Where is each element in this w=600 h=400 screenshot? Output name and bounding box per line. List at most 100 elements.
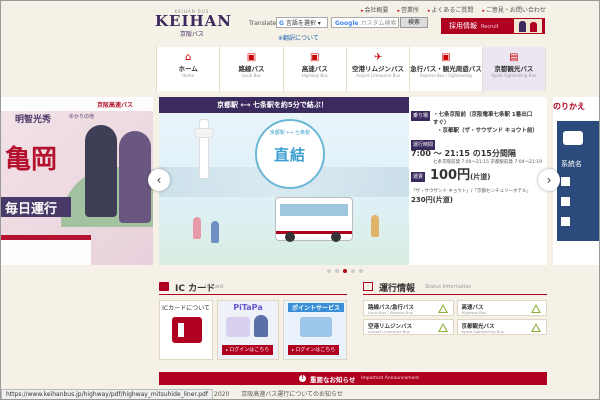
google-logo: Google [335, 20, 359, 27]
company-link[interactable]: 会社概要 [361, 7, 389, 14]
language-select[interactable]: G 言語を選択 ▾ [276, 17, 328, 28]
bus-illustration [1, 235, 91, 265]
hero-info: 乗り場 ・七条京阪前（京阪電車七条駅 1番出口すぐ） ・京都駅（ザ・サウザンド キ… [411, 111, 547, 210]
news-link[interactable]: 京阪高速バス運行についてのお知らせ [241, 391, 343, 398]
hero-slide[interactable]: 京都駅 ⟷ 七条駅 直結 京都駅 ⟷ 七条駅を約5分で結ぶ！ 乗り場 ・七条京阪前… [159, 97, 547, 265]
recruit-label: 採用情報 [449, 22, 477, 30]
nav-label: 路線バス [238, 65, 265, 73]
carousel-dot[interactable] [359, 269, 363, 273]
logo-text: KEIHAN [155, 12, 233, 30]
pitapa-login-button[interactable]: ログインはこちら [222, 345, 274, 355]
section-divider [159, 294, 347, 295]
site-logo[interactable]: KEIHAN BUS KEIHAN 京阪バス [155, 9, 233, 38]
slide-title: 明智光秀 [15, 115, 52, 125]
carousel-next-button[interactable]: › [538, 169, 560, 191]
nav-express-sightseeing[interactable]: ▣ 急行バス・観光周遊バス Express Bus / Sightseeing [410, 47, 483, 91]
status-normal-icon [437, 304, 448, 313]
status-normal-icon [531, 304, 541, 313]
carousel-dot[interactable] [351, 269, 355, 273]
status-local-express[interactable]: 路線バス/急行バス Local Bus / Express Bus [363, 300, 454, 316]
nav-kyoto-sightseeing[interactable]: ▤ 京都観光バス Kyoto Sightseeing Bus [482, 47, 546, 91]
news-date: 2020 [214, 391, 230, 398]
point-login-button[interactable]: ログインはこちら [288, 345, 340, 355]
contact-link[interactable]: ご意見・お問い合わせ [482, 7, 546, 14]
nav-airport-limousine[interactable]: ✈ 空港リムジンバス Airport Limousine Bus [346, 47, 411, 91]
nav-sublabel: Home [182, 73, 195, 78]
pitapa-logo: PiTaPa [233, 303, 263, 312]
nav-sublabel: Airport Limousine Bus [356, 73, 401, 78]
nav-home[interactable]: ⌂ ホーム Home [156, 47, 221, 91]
status-name-en: Airport Limousine Bus [368, 329, 410, 334]
recruit-illustration [514, 19, 542, 33]
carousel-prev-slide[interactable]: 京阪高速バス 明智光秀 ゆかりの地 亀岡 毎日運行 [1, 97, 153, 265]
status-name-en: Highway Bus [461, 310, 487, 315]
important-announcement-bar[interactable]: ! 重要なお知らせ Important Announcement [159, 372, 547, 385]
bus-icon: ▣ [246, 52, 257, 63]
nav-highway-bus[interactable]: ▣ 高速バス Highway Bus [283, 47, 347, 91]
nav-label: 急行バス・観光周遊バス [410, 65, 482, 73]
route-marker [561, 217, 570, 226]
nav-label: ホーム [178, 65, 198, 73]
nav-sublabel: Kyoto Sightseeing Bus [491, 73, 537, 78]
stops-info: 「ザ・サウザンド キョウト」/「京都センチュリーホテル」 230円(片道) [411, 187, 547, 205]
service-status-panel: 運行情報 Status Information 路線バス/急行バス Local … [363, 280, 547, 364]
slide-place-name: 亀岡 [5, 145, 58, 175]
samurai-figure [85, 125, 117, 217]
search-input[interactable]: Google カスタム検索 [331, 17, 399, 28]
global-nav: ⌂ ホーム Home ▣ 路線バス Local Bus ▣ 高速バス Highw… [156, 47, 546, 91]
carousel-dot-active[interactable] [343, 269, 347, 273]
hero-illustration: 京都駅 ⟷ 七条駅 直結 [159, 97, 409, 265]
recruit-en: Recruit [481, 24, 499, 30]
carousel-dot[interactable] [335, 269, 339, 273]
point-card-image [300, 317, 332, 337]
bus-wheel [285, 232, 295, 242]
status-airport-limousine[interactable]: 空港リムジンバス Airport Limousine Bus [363, 319, 454, 335]
pitapa-card[interactable]: PiTaPa ログインはこちら [217, 300, 279, 360]
princess-figure [119, 131, 151, 223]
route-marker [561, 197, 570, 206]
carousel-next-slide[interactable]: のりかえ 系統名 [553, 97, 599, 265]
nav-local-bus[interactable]: ▣ 路線バス Local Bus [220, 47, 284, 91]
traveler-figure [193, 217, 201, 239]
mascot-figure [254, 315, 268, 337]
service-status-subtitle: Status Information [425, 284, 472, 290]
stops-note: 「ザ・サウザンド キョウト」/「京都センチュリーホテル」 [411, 189, 531, 194]
search-button[interactable]: 検索 [400, 17, 428, 28]
nav-sublabel: Express Bus / Sightseeing [420, 73, 472, 78]
nav-label: 高速バス [301, 65, 328, 73]
translate-label: Translate [249, 20, 277, 27]
status-name-en: Kyoto Sightseeing Bus [461, 329, 504, 334]
traveler-figure [371, 215, 379, 237]
nav-label: 空港リムジンバス [352, 65, 405, 73]
status-icon [363, 282, 373, 291]
faq-link[interactable]: よくあるご質問 [428, 7, 474, 14]
hours-note: 七条京阪前発 7:00〜21:15 京都駅前発 7:04〜21:19 [433, 160, 542, 165]
direct-link-badge: 京都駅 ⟷ 七条駅 直結 [255, 119, 325, 189]
offices-link[interactable]: 営業所 [397, 7, 419, 14]
hours-info: 運行時間 7:00 〜 21:15 の15分間隔 七条京阪前発 7:00〜21:… [411, 140, 547, 167]
translation-note-link[interactable]: ※翻訳について [278, 33, 319, 42]
ic-card-about[interactable]: ICカードについて [159, 300, 213, 360]
status-kyoto-sightseeing[interactable]: 京都観光バス Kyoto Sightseeing Bus [456, 319, 547, 335]
status-highway[interactable]: 高速バス Highway Bus [456, 300, 547, 316]
carousel-dots [327, 269, 363, 273]
point-service-card[interactable]: ポイントサービス ログインはこちら [283, 300, 347, 360]
airplane-icon: ✈ [373, 52, 383, 63]
section-divider [363, 294, 547, 295]
carousel-prev-button[interactable]: ‹ [148, 169, 170, 191]
airplane-icon [563, 131, 583, 145]
bus-wheel [331, 232, 341, 242]
language-select-value: 言語を選択 [285, 20, 316, 27]
utility-links: 会社概要 営業所 よくあるご質問 ご意見・お問い合わせ [361, 5, 553, 14]
status-normal-icon [531, 323, 541, 332]
route-marker [561, 177, 570, 186]
home-icon: ⌂ [184, 52, 192, 63]
nav-label: 京都観光バス [494, 65, 534, 73]
carousel-dot[interactable] [327, 269, 331, 273]
ic-card-about-label: ICカードについて [162, 305, 210, 312]
logo-jp: 京阪バス [179, 31, 204, 38]
express-bus-icon: ▣ [441, 52, 451, 63]
announcement-title: 重要なお知らせ [310, 376, 356, 384]
recruit-banner[interactable]: 採用情報 Recruit [441, 18, 545, 34]
route-info: 乗り場 ・七条京阪前（京阪電車七条駅 1番出口すぐ） ・京都駅（ザ・サウザンド キ… [411, 111, 547, 135]
